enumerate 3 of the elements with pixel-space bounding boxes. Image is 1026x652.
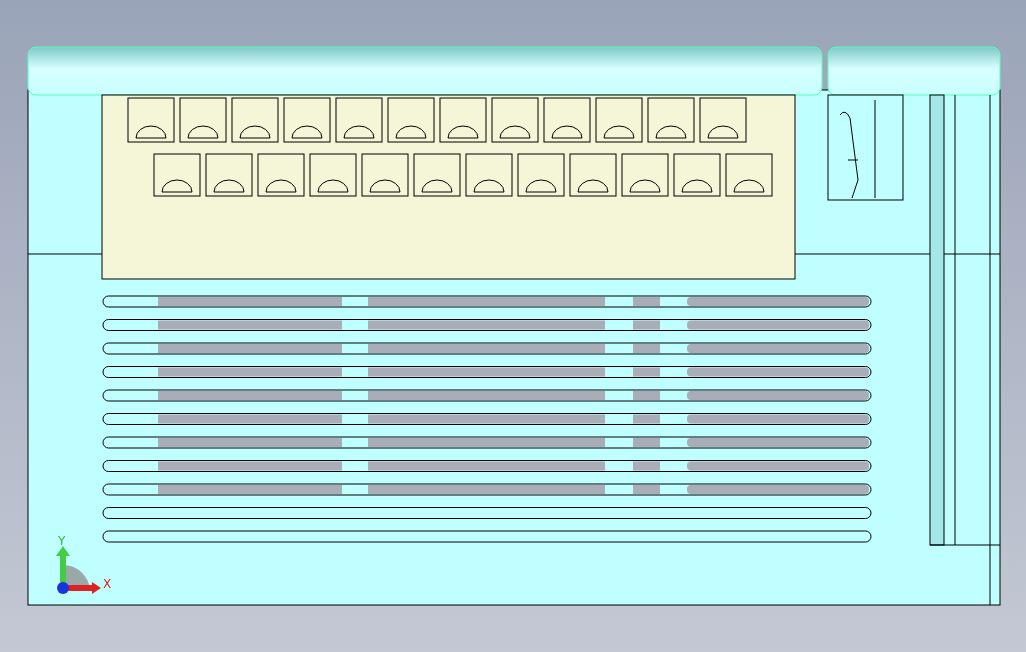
x-axis-label: X — [103, 577, 112, 591]
axis-triad-icon — [56, 546, 101, 594]
y-axis-label: Y — [58, 534, 66, 548]
